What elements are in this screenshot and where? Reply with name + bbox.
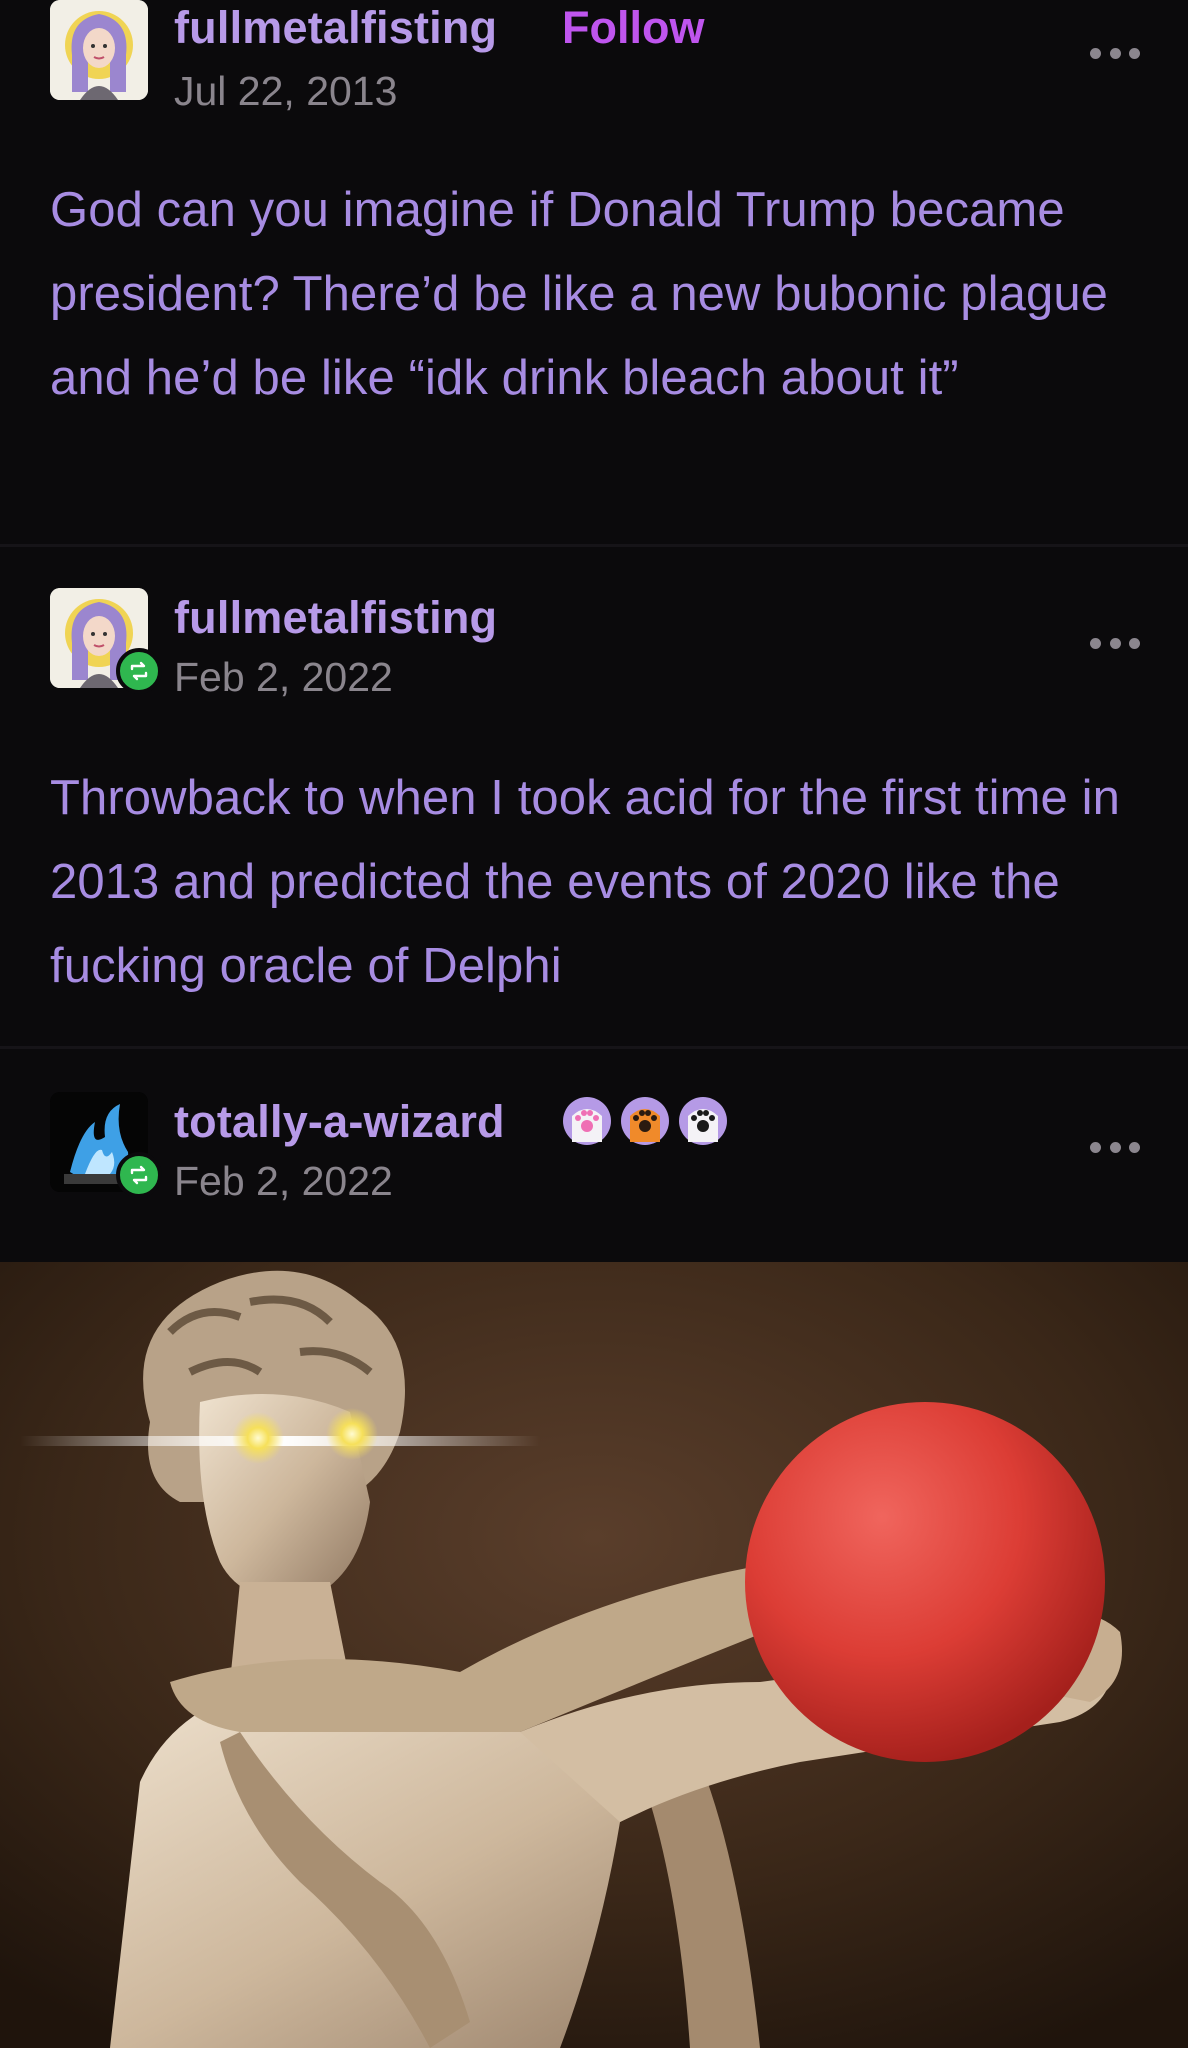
- post-username[interactable]: totally-a-wizard: [174, 1096, 505, 1148]
- post-text: Throwback to when I took acid for the fi…: [50, 771, 1120, 993]
- post-username[interactable]: fullmetalfisting: [174, 2, 497, 54]
- more-options-icon[interactable]: [1090, 636, 1140, 650]
- post-date: Feb 2, 2022: [174, 1158, 393, 1204]
- reblog-icon: [116, 648, 162, 694]
- user-avatar[interactable]: [50, 0, 148, 100]
- paw-badges: [562, 1096, 728, 1146]
- paw-badge-pink-icon[interactable]: [562, 1096, 612, 1146]
- paw-badge-orange-icon[interactable]: [620, 1096, 670, 1146]
- post-text: God can you imagine if Donald Trump beca…: [50, 183, 1109, 405]
- divider: [0, 1046, 1188, 1049]
- more-options-icon[interactable]: [1090, 1140, 1140, 1154]
- paw-badge-black-icon[interactable]: [678, 1096, 728, 1146]
- reblog-icon: [116, 1152, 162, 1198]
- post-reblog: fullmetalfisting Feb 2, 2022 Throwback t…: [0, 586, 1188, 1046]
- follow-button[interactable]: Follow: [562, 2, 704, 54]
- post-username[interactable]: fullmetalfisting: [174, 592, 497, 644]
- post-image[interactable]: [0, 1262, 1188, 2048]
- post-original: fullmetalfisting Follow Jul 22, 2013 God…: [0, 0, 1188, 545]
- more-options-icon[interactable]: [1090, 46, 1140, 60]
- post-date: Feb 2, 2022: [174, 654, 393, 700]
- post-date: Jul 22, 2013: [174, 68, 398, 114]
- divider: [0, 544, 1188, 547]
